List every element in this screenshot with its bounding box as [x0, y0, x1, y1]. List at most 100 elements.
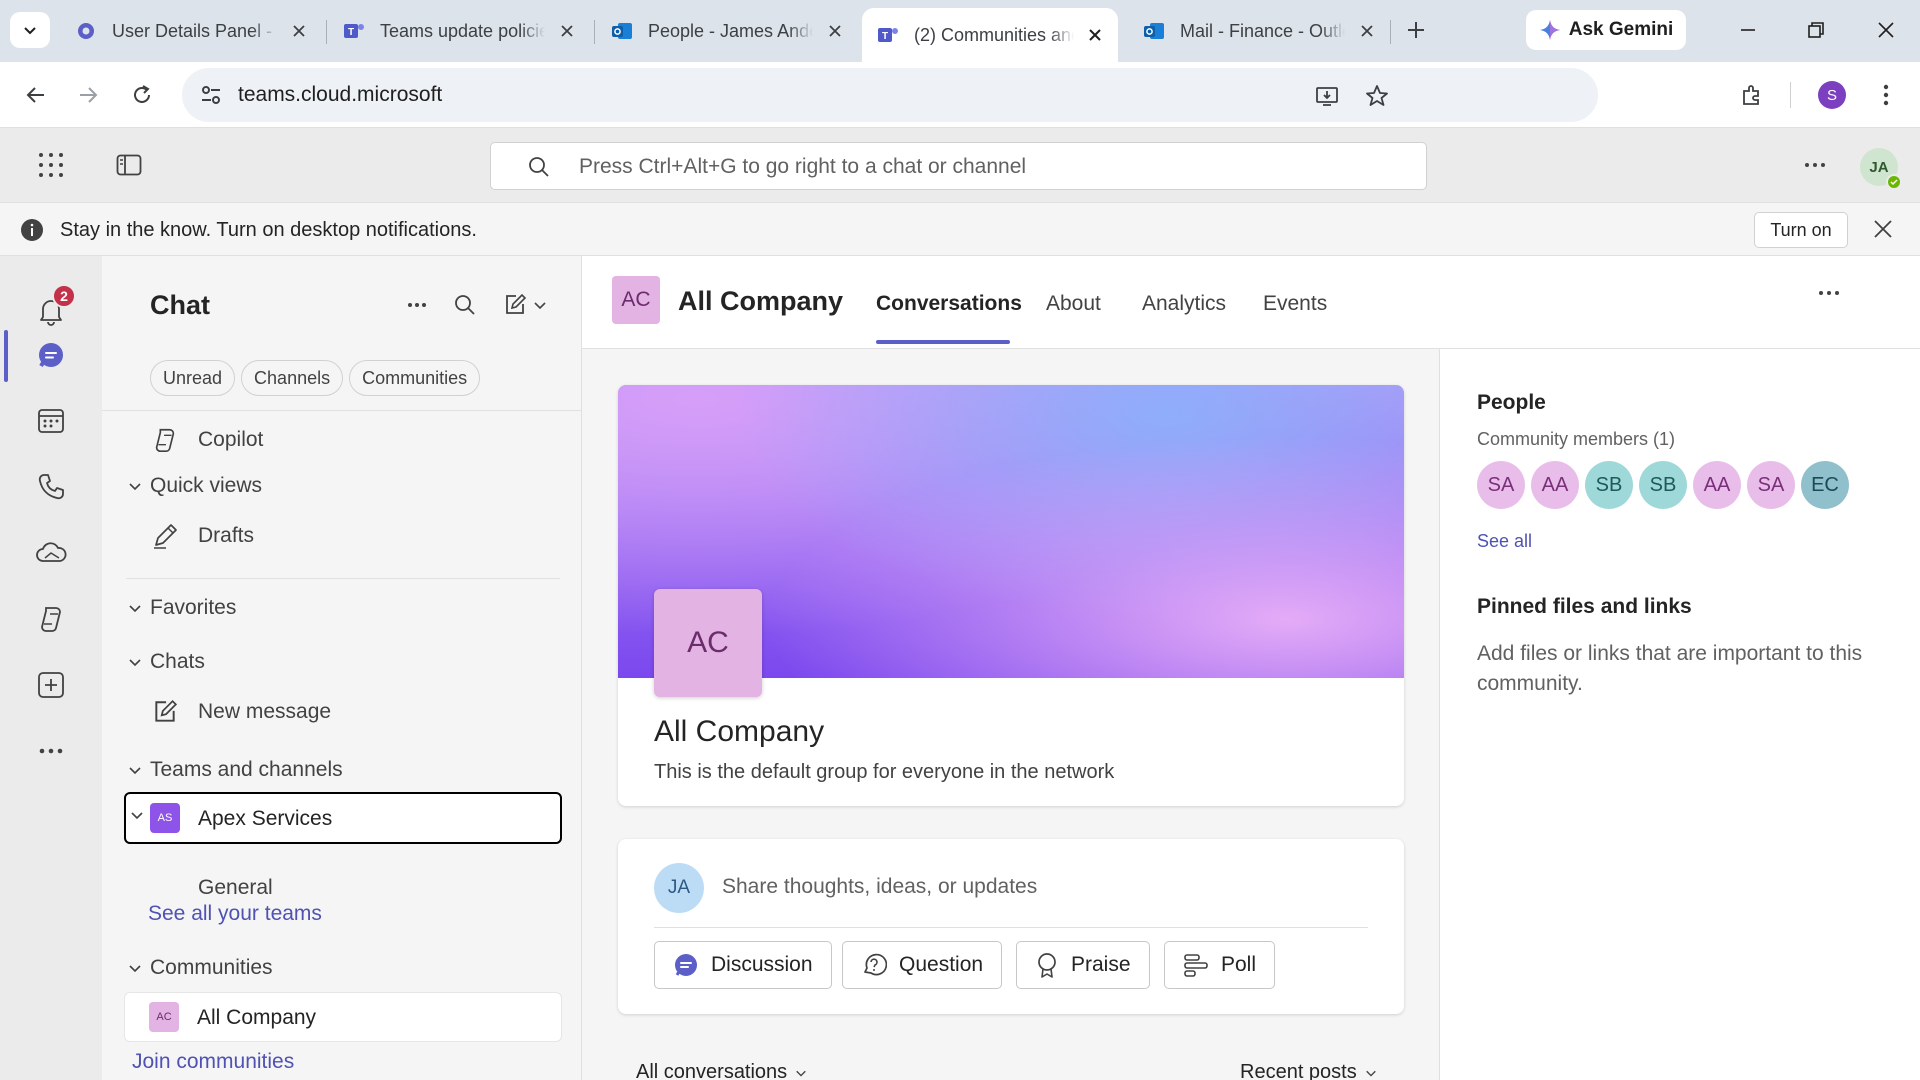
- new-tab-button[interactable]: [1400, 14, 1432, 46]
- community-hero-name: All Company: [654, 715, 825, 748]
- section-label: Favorites: [150, 596, 237, 619]
- close-window-button[interactable]: [1868, 14, 1904, 46]
- tab-search-button[interactable]: [10, 12, 50, 48]
- tab-events[interactable]: Events: [1263, 292, 1327, 316]
- chat-search-button[interactable]: [450, 290, 480, 320]
- address-bar[interactable]: teams.cloud.microsoft: [182, 68, 1598, 122]
- member-avatars: SA AA SB SB AA SA EC: [1477, 461, 1849, 509]
- settings-more-button[interactable]: [1800, 150, 1830, 180]
- member-avatar[interactable]: SB: [1585, 461, 1633, 509]
- see-all-members-link[interactable]: See all: [1477, 531, 1532, 552]
- chat-item-drafts[interactable]: Drafts: [102, 514, 582, 558]
- teams-favicon-icon: T: [344, 24, 364, 38]
- community-hero-avatar: AC: [654, 589, 762, 697]
- filter-unread[interactable]: Unread: [150, 360, 236, 396]
- rail-chat[interactable]: [28, 332, 74, 378]
- members-count-label: Community members (1): [1477, 429, 1676, 449]
- notification-banner: Stay in the know. Turn on desktop notifi…: [0, 202, 1920, 256]
- discussion-button[interactable]: Discussion: [654, 941, 832, 989]
- member-avatar[interactable]: SB: [1639, 461, 1687, 509]
- member-avatar[interactable]: AA: [1693, 461, 1741, 509]
- member-avatar[interactable]: SA: [1747, 461, 1795, 509]
- question-button[interactable]: Question: [842, 941, 1003, 989]
- minimize-button[interactable]: [1730, 14, 1766, 46]
- reload-button[interactable]: [124, 77, 160, 113]
- chevron-down-icon: [128, 763, 142, 777]
- tab-close-icon[interactable]: [557, 21, 576, 41]
- chat-item-copilot[interactable]: Copilot: [102, 418, 582, 462]
- chat-more-options-button[interactable]: [402, 290, 432, 320]
- plus-icon: [1408, 22, 1424, 38]
- turn-on-notifications-button[interactable]: Turn on: [1754, 212, 1848, 248]
- browser-tab-teams-policies[interactable]: T Teams update policies: [328, 8, 590, 54]
- install-app-icon[interactable]: [1314, 83, 1340, 109]
- tab-separator: [1390, 20, 1391, 44]
- praise-button[interactable]: Praise: [1016, 941, 1150, 989]
- feed-filter-dropdown[interactable]: All conversations: [636, 1061, 807, 1080]
- calendar-icon: [38, 409, 64, 433]
- section-favorites[interactable]: Favorites: [102, 588, 582, 628]
- rail-apps[interactable]: [28, 662, 74, 708]
- rail-more[interactable]: [28, 728, 74, 774]
- rail-calls[interactable]: [28, 464, 74, 510]
- compose-input[interactable]: Share thoughts, ideas, or updates: [722, 875, 1037, 899]
- filter-communities[interactable]: Communities: [349, 360, 481, 396]
- browser-profile-avatar[interactable]: S: [1818, 81, 1846, 109]
- tab-close-icon[interactable]: [1357, 21, 1376, 41]
- feed-sort-dropdown[interactable]: Recent posts: [1240, 1061, 1377, 1080]
- toggle-sidebar-button[interactable]: [114, 150, 144, 180]
- member-avatar[interactable]: SA: [1477, 461, 1525, 509]
- bookmark-star-icon[interactable]: [1364, 83, 1390, 109]
- onedrive-icon: [36, 542, 67, 562]
- section-teams-and-channels[interactable]: Teams and channels: [102, 750, 582, 790]
- community-side-panel: People Community members (1) SA AA SB SB AA S…: [1441, 349, 1920, 1080]
- tab-close-icon[interactable]: [1086, 25, 1104, 45]
- see-all-teams-link[interactable]: See all your teams: [148, 902, 322, 926]
- member-avatar[interactable]: AA: [1531, 461, 1579, 509]
- discussion-icon: [675, 954, 697, 976]
- app-launcher-button[interactable]: [36, 150, 66, 180]
- tab-close-icon[interactable]: [825, 21, 844, 41]
- tab-close-icon[interactable]: [289, 21, 308, 41]
- site-info-icon[interactable]: [198, 82, 224, 108]
- tab-conversations[interactable]: Conversations: [876, 292, 1022, 316]
- forward-button[interactable]: [70, 77, 106, 113]
- new-chat-button[interactable]: [498, 290, 552, 320]
- user-avatar[interactable]: JA: [1860, 148, 1902, 190]
- chat-item-new-message[interactable]: New message: [102, 690, 582, 734]
- browser-tab-communities[interactable]: T (2) Communities and: [862, 8, 1118, 62]
- team-item-apex-services[interactable]: AS Apex Services: [124, 792, 562, 844]
- member-avatar[interactable]: EC: [1801, 461, 1849, 509]
- tab-about[interactable]: About: [1046, 292, 1101, 316]
- rail-onedrive[interactable]: [28, 530, 74, 576]
- community-more-button[interactable]: [1818, 290, 1840, 296]
- restore-button[interactable]: [1798, 14, 1834, 46]
- rail-activity[interactable]: 2: [28, 284, 76, 334]
- close-icon[interactable]: [1872, 218, 1894, 240]
- rail-copilot[interactable]: [28, 596, 74, 642]
- chevron-down-icon: [24, 27, 36, 35]
- extensions-button[interactable]: [1734, 77, 1770, 113]
- section-chats[interactable]: Chats: [102, 642, 582, 682]
- teams-search-box[interactable]: [490, 142, 1427, 190]
- ask-gemini-button[interactable]: Ask Gemini: [1526, 10, 1686, 50]
- browser-menu-button[interactable]: [1868, 77, 1904, 113]
- pinned-description: Add files or links that are important to…: [1477, 642, 1863, 695]
- search-input[interactable]: [579, 151, 1399, 183]
- rail-calendar[interactable]: [28, 398, 74, 444]
- filter-channels[interactable]: Channels: [241, 360, 344, 396]
- section-quick-views[interactable]: Quick views: [102, 466, 582, 506]
- activity-badge: 2: [52, 284, 76, 308]
- poll-button[interactable]: Poll: [1164, 941, 1276, 989]
- section-communities[interactable]: Communities: [102, 948, 582, 988]
- browser-tab-people[interactable]: People - James Anderson: [596, 8, 858, 54]
- tab-analytics[interactable]: Analytics: [1142, 292, 1226, 316]
- discussion-label: Discussion: [711, 953, 813, 976]
- community-item-all-company[interactable]: AC All Company: [124, 992, 562, 1042]
- join-communities-link[interactable]: Join communities: [132, 1050, 294, 1074]
- browser-tab-user-details[interactable]: User Details Panel -: [60, 8, 322, 54]
- svg-text:T: T: [348, 27, 354, 38]
- browser-tab-mail-finance[interactable]: Mail - Finance - Outlook: [1128, 8, 1390, 54]
- waffle-icon: [39, 153, 63, 177]
- back-button[interactable]: [18, 77, 54, 113]
